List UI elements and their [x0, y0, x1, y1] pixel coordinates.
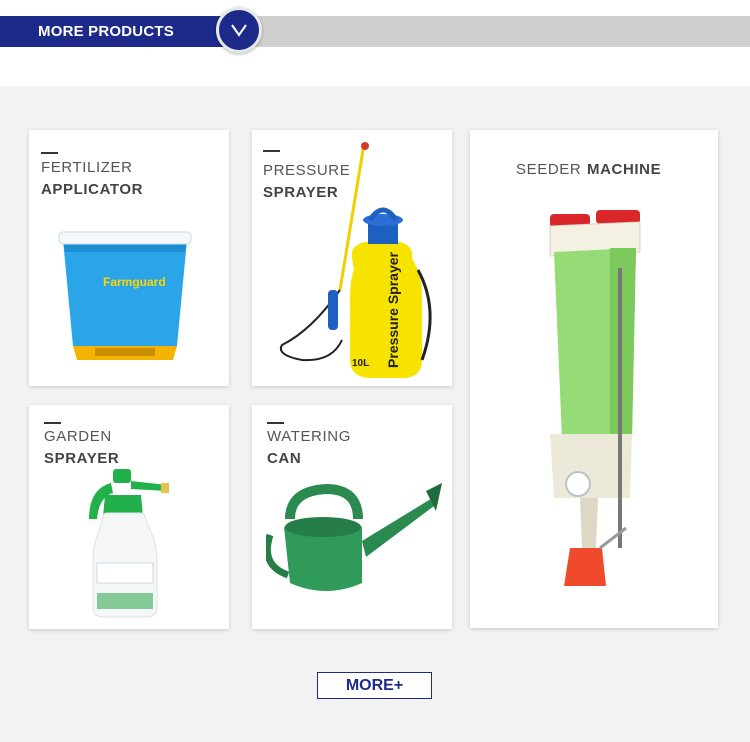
- garden-sprayer-image: [89, 469, 169, 618]
- product-card-watering-can[interactable]: WATERING CAN: [252, 405, 452, 629]
- seeder-machine-image: [549, 210, 641, 586]
- watering-can-image: [266, 483, 442, 591]
- product-title-line1: SEEDER: [516, 161, 582, 178]
- fertilizer-applicator-image: Farmguard: [58, 231, 192, 360]
- product-title-line2: APPLICATOR: [41, 181, 144, 198]
- chevron-down-icon: [231, 24, 247, 37]
- capacity-label: 10L: [352, 358, 369, 369]
- product-card-seeder-machine[interactable]: SEEDER MACHINE: [470, 130, 718, 628]
- pressure-sprayer-image: Pressure Sprayer 10L: [280, 142, 432, 378]
- product-title-line2: SPRAYER: [44, 450, 120, 467]
- product-title-line1: GARDEN: [44, 428, 112, 445]
- title-dash: [41, 152, 58, 154]
- product-card-garden-sprayer[interactable]: GARDEN SPRAYER: [29, 405, 229, 629]
- title-dash: [44, 422, 61, 424]
- product-card-pressure-sprayer[interactable]: PRESSURE SPRAYER Pressure Sprayer 10L: [252, 130, 452, 386]
- product-card-fertilizer-applicator[interactable]: FERTILIZER APPLICATOR Farmguard: [29, 130, 229, 386]
- brand-label: Farmguard: [103, 275, 166, 289]
- more-products-button[interactable]: MORE+: [317, 672, 432, 699]
- product-title-line2: CAN: [267, 450, 302, 467]
- expand-toggle-button[interactable]: [216, 7, 262, 53]
- title-dash: [267, 422, 284, 424]
- product-title-line2: MACHINE: [587, 161, 662, 178]
- product-title-line1: WATERING: [267, 428, 351, 445]
- section-title: MORE PRODUCTS: [0, 16, 232, 47]
- product-title-line1: FERTILIZER: [41, 159, 133, 176]
- sprayer-label: Pressure Sprayer: [385, 251, 401, 368]
